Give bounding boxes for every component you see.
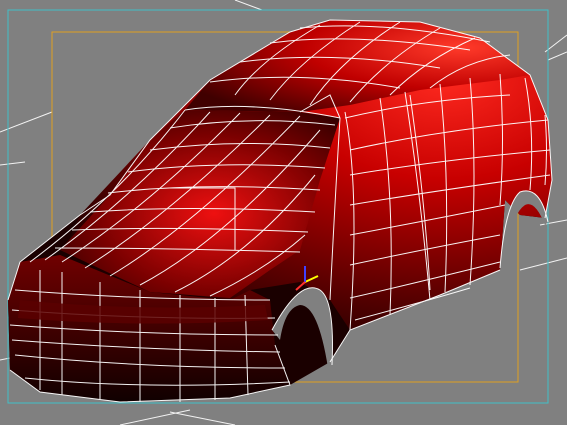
car-body-mesh[interactable]	[7, 19, 553, 403]
viewport-3d[interactable]	[0, 0, 567, 425]
viewport-canvas[interactable]	[0, 0, 567, 425]
rear-wheel-arch	[500, 190, 548, 268]
